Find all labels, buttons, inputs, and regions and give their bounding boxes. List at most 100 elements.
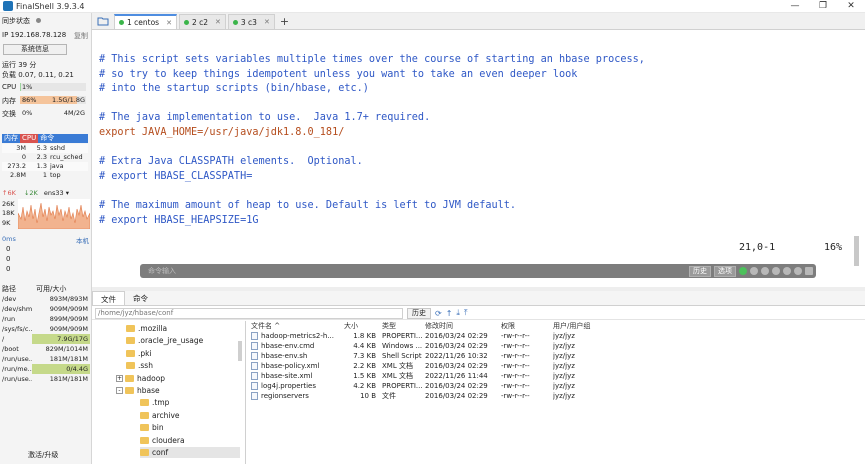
tab-commands[interactable]: 命令 (125, 291, 156, 305)
proc-col-mem[interactable]: 内存 (2, 134, 20, 143)
disk-row: /sys/fs/c... 909M/909M (2, 324, 90, 334)
tree-item[interactable]: .oracle_jre_usage (126, 335, 203, 346)
disk-row: /run/use... 181M/181M (2, 354, 90, 364)
file-modified: 2016/03/24 02:29 (425, 392, 488, 400)
latency-host[interactable]: 本机 (76, 235, 89, 245)
col-size[interactable]: 大小 (338, 321, 382, 331)
add-tab-button[interactable]: + (280, 14, 289, 29)
tree-item[interactable]: archive (140, 410, 180, 421)
tab-c2[interactable]: 2 c2 ✕ (178, 14, 226, 29)
net-download: ↓2K (23, 189, 38, 197)
tree-item-label: .tmp (152, 398, 170, 408)
col-modified[interactable]: 修改时间 (425, 321, 501, 331)
download-icon[interactable]: ⤓ (456, 308, 460, 318)
copy-icon[interactable] (750, 267, 758, 275)
path-history-button[interactable]: 历史 (407, 307, 431, 319)
tree-item[interactable]: + hadoop (116, 373, 165, 384)
disk-row: /dev 893M/893M (2, 294, 90, 304)
disk-size: 181M/181M (49, 355, 88, 363)
file-permissions: -rw-r--r-- (501, 332, 530, 340)
refresh-icon[interactable]: ⟳ (435, 309, 442, 318)
system-info-button[interactable]: 系统信息 (3, 44, 67, 55)
tree-item[interactable]: conf (140, 447, 240, 458)
tree-item[interactable]: bin (140, 422, 164, 433)
net-interface-select[interactable]: ens33 ▾ (44, 189, 69, 197)
tab-centos[interactable]: 1 centos ✕ (114, 14, 177, 29)
disk-size: 899M/909M (49, 315, 88, 323)
file-row[interactable]: regionservers 10 B 文件 2016/03/24 02:29 -rw-r… (247, 391, 865, 401)
latency-val-2: 0 (6, 255, 11, 263)
file-permissions: -rw-r--r-- (501, 342, 530, 350)
path-bar: /home/jyz/hbase/conf 历史 ⟳ ↑ ⤓ ⤒ (92, 307, 865, 320)
process-row[interactable]: 3M 5.3 sshd (2, 144, 88, 153)
proc-col-cpu[interactable]: CPU (20, 134, 39, 143)
terminal-line: export JAVA_HOME=/usr/java/jdk1.8.0_181/ (99, 126, 345, 138)
process-row[interactable]: 0 2.3 rcu_sched (2, 153, 88, 162)
upload-icon[interactable]: ⤒ (464, 308, 468, 318)
directory-tree: .mozilla .oracle_jre_usage .pki .ssh + hadoop… (92, 321, 246, 464)
options-button[interactable]: 选项 (714, 265, 736, 277)
file-row[interactable]: hbase-site.xml 1.5 KB XML 文档 2022/11/26 11:… (247, 371, 865, 381)
file-type: PROPERTI... (382, 332, 423, 340)
file-name: hbase-policy.xml (261, 362, 320, 370)
file-row[interactable]: log4j.properties 4.2 KB PROPERTI... 2016/03… (247, 381, 865, 391)
minimize-button[interactable]: — (781, 0, 809, 13)
activate-upgrade-link[interactable]: 激活/升级 (28, 450, 58, 460)
network-header: ↑6K ↓2K ens33 ▾ (2, 189, 69, 197)
terminal-panel[interactable]: # This script sets variables multiple ti… (92, 31, 859, 287)
file-row[interactable]: hbase-policy.xml 2.2 KB XML 文档 2016/03/24 0… (247, 361, 865, 371)
tree-item[interactable]: - hbase (116, 385, 160, 396)
command-input[interactable]: 命令输入 (148, 266, 689, 276)
col-filename[interactable]: 文件名 ^ (247, 321, 338, 331)
expand-toggle-icon[interactable]: - (116, 387, 123, 394)
expand-toggle-icon[interactable]: + (116, 374, 123, 382)
status-icon[interactable] (739, 267, 747, 275)
disk-path: /dev/shm (2, 305, 32, 313)
terminal-output[interactable]: # This script sets variables multiple ti… (99, 53, 645, 228)
process-row[interactable]: 273.2 1.3 java (2, 162, 88, 171)
file-modified: 2022/11/26 11:44 (425, 372, 488, 380)
connected-icon (119, 20, 124, 25)
tree-item[interactable]: .ssh (126, 360, 153, 371)
file-row[interactable]: hbase-env.cmd 4.4 KB Windows ... 2016/03/24… (247, 341, 865, 351)
proc-col-cmd[interactable]: 命令 (38, 134, 56, 143)
file-row[interactable]: hadoop-metrics2-h... 1.8 KB PROPERTI... 201… (247, 331, 865, 341)
paste-icon[interactable] (761, 267, 769, 275)
col-permissions[interactable]: 权限 (501, 321, 553, 331)
copy-ip-button[interactable]: 复制 (74, 31, 88, 41)
tree-item[interactable]: cloudera (140, 435, 185, 446)
tab-c3[interactable]: 3 c3 ✕ (227, 14, 275, 29)
path-input[interactable]: /home/jyz/hbase/conf (95, 307, 403, 319)
file-icon (251, 332, 258, 340)
tree-item[interactable]: .pki (126, 348, 152, 359)
file-owner: jyz/jyz (553, 382, 575, 390)
uptime: 运行 39 分 (2, 61, 37, 69)
close-tab-icon[interactable]: ✕ (215, 18, 221, 26)
process-row[interactable]: 2.8M 1 top (2, 171, 88, 180)
window-icon[interactable] (805, 267, 813, 275)
history-button[interactable]: 历史 (689, 265, 711, 277)
folder-icon[interactable] (92, 13, 114, 29)
file-size: 2.2 KB (353, 362, 376, 370)
tree-item-label: .mozilla (138, 324, 168, 333)
close-button[interactable]: ✕ (837, 0, 865, 13)
load-average: 负载 0.07, 0.11, 0.21 (2, 71, 74, 79)
close-tab-icon[interactable]: ✕ (264, 18, 270, 26)
tab-files[interactable]: 文件 (92, 291, 125, 305)
file-type: PROPERTI... (382, 382, 423, 390)
search-icon[interactable] (772, 267, 780, 275)
close-tab-icon[interactable]: ✕ (166, 19, 172, 27)
col-type[interactable]: 类型 (382, 321, 425, 331)
gear-icon[interactable] (783, 267, 791, 275)
terminal-scrollbar[interactable] (854, 236, 859, 266)
file-row[interactable]: hbase-env.sh 7.3 KB Shell Script 2022/11/26… (247, 351, 865, 361)
maximize-button[interactable]: ❐ (809, 0, 837, 13)
up-arrow-icon[interactable]: ↑ (446, 309, 453, 318)
download-icon[interactable] (794, 267, 802, 275)
file-name: hbase-env.sh (261, 352, 308, 360)
tree-scrollbar[interactable] (238, 341, 242, 361)
col-owner[interactable]: 用户/用户组 (553, 321, 613, 331)
tree-item[interactable]: .mozilla (126, 323, 167, 334)
tree-item[interactable]: .tmp (140, 397, 169, 408)
file-owner: jyz/jyz (553, 372, 575, 380)
